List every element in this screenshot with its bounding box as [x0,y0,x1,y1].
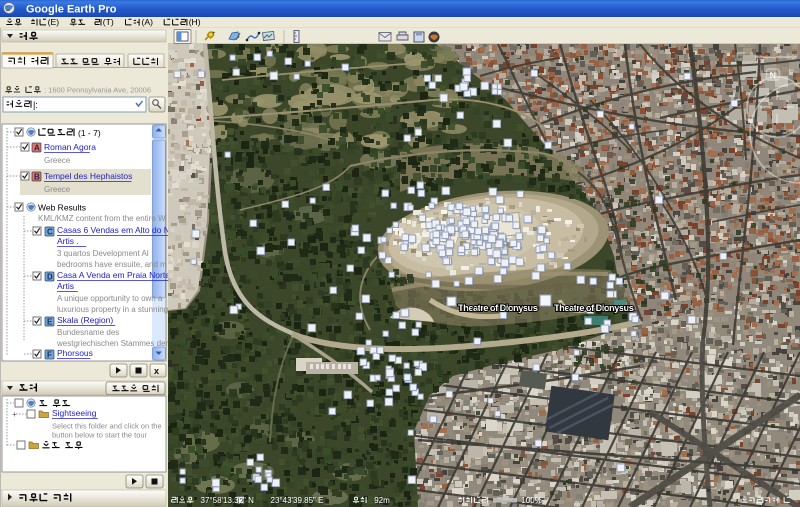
svg-text:23°43'39.85" E: 23°43'39.85" E [271,496,324,505]
svg-text:+: + [212,31,216,37]
svg-text:(1 - 7): (1 - 7) [78,128,101,138]
svg-text:A unique opportunity to own a: A unique opportunity to own a [57,294,163,303]
svg-text:Casas 6 Vendas em Alto do Num.: Casas 6 Vendas em Alto do Num. [57,225,184,235]
svg-text:Artis: Artis [57,281,74,291]
svg-text:Skala (Region): Skala (Region) [57,315,113,325]
svg-text:Casa A Venda em Praia Norte: Casa A Venda em Praia Norte [57,270,170,280]
svg-text:x: x [154,366,159,376]
svg-text:E: E [47,318,53,327]
svg-text:Sightseeing: Sightseeing [52,408,97,418]
svg-text:(E): (E) [48,17,60,27]
svg-text:Greece: Greece [44,185,71,194]
svg-text:B: B [34,173,40,182]
svg-text:KML/KMZ content from the entir: KML/KMZ content from the entire W [38,214,166,223]
svg-text:3 quartos Development Al: 3 quartos Development Al [57,249,149,258]
svg-text:Phorsous: Phorsous [57,348,93,358]
svg-text:button below to start the tour: button below to start the tour [52,430,148,439]
svg-text:Greece: Greece [44,156,71,165]
svg-text:Theatre of Dionysus: Theatre of Dionysus [554,303,634,314]
svg-text:luxurious property in a stunni: luxurious property in a stunning [57,305,168,314]
svg-text:Bundesname des: Bundesname des [57,328,119,337]
svg-text:Tempel des Hephaistos: Tempel des Hephaistos [44,171,132,181]
svg-text:92m: 92m [374,496,390,505]
svg-text:37°58'13.32" N: 37°58'13.32" N [201,496,255,505]
svg-text:Theatre of Dionysus: Theatre of Dionysus [458,303,538,314]
svg-text:Artis .: Artis . [57,236,79,246]
svg-text:bedrooms have ensuite, and m: bedrooms have ensuite, and m [57,260,167,269]
svg-text:Roman Agora: Roman Agora [44,142,96,152]
svg-text:|:: |: [33,100,38,110]
svg-text:(A): (A) [142,17,154,27]
svg-text:Select this folder and click o: Select this folder and click on the [52,421,162,430]
svg-text:(H): (H) [189,17,201,27]
svg-text:N: N [770,71,777,81]
svg-text:A: A [34,144,40,153]
svg-text:100%: 100% [521,496,541,505]
svg-text:Web Results: Web Results [38,203,86,213]
svg-text:: 1600 Pennsylvania Ave, 20006: : 1600 Pennsylvania Ave, 20006 [44,86,151,95]
svg-text:+: + [12,410,17,419]
svg-text:Google Earth Pro: Google Earth Pro [26,4,117,16]
svg-text:C: C [47,228,53,237]
svg-text:D: D [47,273,53,282]
svg-text:F: F [47,351,52,360]
svg-text:westgriechischen Stammes der: westgriechischen Stammes der [56,339,168,348]
svg-text:(T): (T) [103,17,114,27]
